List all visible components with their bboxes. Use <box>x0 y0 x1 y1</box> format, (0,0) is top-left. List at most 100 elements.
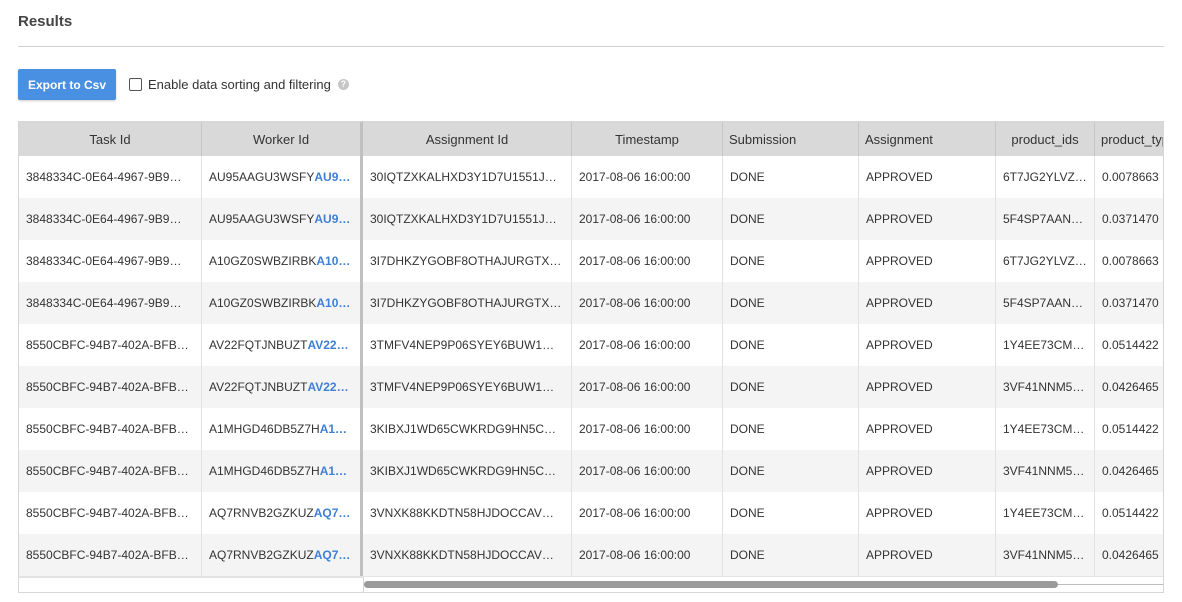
cell-task-id: 3848334C-0E64-4967-9B9… <box>19 156 202 198</box>
table-row[interactable]: 8550CBFC-94B7-402A-BFB… A1MHGD46DB5Z7H A1…… <box>19 450 1163 493</box>
table-row[interactable]: 8550CBFC-94B7-402A-BFB… AV22FQTJNBUZT AV22… <box>19 324 1163 367</box>
cell-worker-id: AV22FQTJNBUZT AV22… <box>202 366 363 408</box>
table-row[interactable]: 8550CBFC-94B7-402A-BFB… AQ7RNVB2GZKUZ AQ7…… <box>19 492 1163 535</box>
header-assignment[interactable]: Assignment <box>859 122 996 156</box>
assignment-id-text: 3TMFV4NEP9P06SYEY6BUW1… <box>370 380 555 394</box>
header-product-ids[interactable]: product_ids <box>996 122 1095 156</box>
product-ids-text: 3VF41NNM5… <box>1003 548 1085 562</box>
cell-task-id: 8550CBFC-94B7-402A-BFB… <box>19 408 202 450</box>
cell-assignment-status: APPROVED <box>859 240 996 282</box>
cell-timestamp: 2017-08-06 16:00:00 <box>572 282 723 324</box>
sort-filter-option[interactable]: Enable data sorting and filtering ? <box>129 74 349 94</box>
cell-product-ids: 6T7JG2YLVZ… <box>996 156 1095 198</box>
cell-submission: DONE <box>723 534 859 576</box>
cell-submission: DONE <box>723 492 859 534</box>
worker-id-text: A1MHGD46DB5Z7H <box>209 464 320 478</box>
help-icon[interactable]: ? <box>337 78 349 90</box>
worker-id-link[interactable]: AU9… <box>314 170 350 184</box>
assignment-id-text: 3KIBXJ1WD65CWKRDG9HN5C… <box>370 422 557 436</box>
header-worker-id[interactable]: Worker Id <box>202 122 363 156</box>
cell-worker-id: A1MHGD46DB5Z7H A1… <box>202 408 363 450</box>
product-ids-text: 3VF41NNM5… <box>1003 464 1085 478</box>
cell-product-type: 0.0514422 <box>1095 324 1163 366</box>
header-timestamp[interactable]: Timestamp <box>572 122 723 156</box>
assignment-id-text: 3I7DHKZYGOBF8OTHAJURGTX… <box>370 296 562 310</box>
cell-product-ids: 5F4SP7AAN… <box>996 198 1095 240</box>
worker-id-link[interactable]: AU9… <box>314 212 350 226</box>
cell-assignment-status: APPROVED <box>859 156 996 198</box>
cell-timestamp: 2017-08-06 16:00:00 <box>572 450 723 492</box>
cell-submission: DONE <box>723 408 859 450</box>
export-csv-button[interactable]: Export to Csv <box>18 69 116 100</box>
cell-assignment-id: 3I7DHKZYGOBF8OTHAJURGTX… <box>363 282 572 324</box>
worker-id-link[interactable]: AV22… <box>307 338 348 352</box>
product-ids-text: 3VF41NNM5… <box>1003 380 1085 394</box>
cell-assignment-status: APPROVED <box>859 492 996 534</box>
table-header-row: Task Id Worker Id Assignment Id Timestam… <box>19 122 1163 157</box>
assignment-id-text: 30IQTZXKALHXD3Y1D7U1551J… <box>370 170 557 184</box>
cell-worker-id: AV22FQTJNBUZT AV22… <box>202 324 363 366</box>
cell-product-ids: 1Y4EE73CM… <box>996 408 1095 450</box>
cell-product-type: 0.0426465 <box>1095 450 1163 492</box>
worker-id-link[interactable]: A1… <box>320 464 347 478</box>
cell-product-ids: 5F4SP7AAN… <box>996 282 1095 324</box>
title-divider <box>18 46 1164 47</box>
worker-id-link[interactable]: AQ7… <box>314 548 351 562</box>
cell-worker-id: AQ7RNVB2GZKUZ AQ7… <box>202 492 363 534</box>
table-row[interactable]: 3848334C-0E64-4967-9B9… AU95AAGU3WSFY AU9…… <box>19 198 1163 241</box>
task-id-text: 8550CBFC-94B7-402A-BFB… <box>26 380 189 394</box>
cell-worker-id: A10GZ0SWBZIRBK A10… <box>202 282 363 324</box>
results-table: Task Id Worker Id Assignment Id Timestam… <box>18 121 1164 593</box>
product-ids-text: 1Y4EE73CM… <box>1003 506 1085 520</box>
cell-product-type: 0.0078663 <box>1095 240 1163 282</box>
cell-product-type: 0.0371470 <box>1095 198 1163 240</box>
cell-product-ids: 6T7JG2YLVZ… <box>996 240 1095 282</box>
sort-filter-checkbox[interactable] <box>129 77 142 91</box>
worker-id-link[interactable]: AV22… <box>307 380 348 394</box>
cell-timestamp: 2017-08-06 16:00:00 <box>572 492 723 534</box>
worker-id-link[interactable]: A10… <box>316 296 350 310</box>
header-submission[interactable]: Submission <box>723 122 859 156</box>
cell-assignment-id: 3TMFV4NEP9P06SYEY6BUW1… <box>363 366 572 408</box>
scrollbar-thumb[interactable] <box>364 581 1058 588</box>
worker-id-text: AU95AAGU3WSFY <box>209 170 315 184</box>
cell-assignment-id: 3VNXK88KKDTN58HJDOCCAV… <box>363 492 572 534</box>
table-row[interactable]: 8550CBFC-94B7-402A-BFB… AQ7RNVB2GZKUZ AQ7…… <box>19 534 1163 577</box>
cell-submission: DONE <box>723 156 859 198</box>
worker-id-link[interactable]: A10… <box>316 254 350 268</box>
table-row[interactable]: 8550CBFC-94B7-402A-BFB… A1MHGD46DB5Z7H A1…… <box>19 408 1163 451</box>
worker-id-link[interactable]: A1… <box>320 422 347 436</box>
cell-assignment-status: APPROVED <box>859 534 996 576</box>
table-row[interactable]: 8550CBFC-94B7-402A-BFB… AV22FQTJNBUZT AV22… <box>19 366 1163 409</box>
product-ids-text: 1Y4EE73CM… <box>1003 422 1085 436</box>
task-id-text: 3848334C-0E64-4967-9B9… <box>26 254 182 268</box>
cell-product-type: 0.0426465 <box>1095 534 1163 576</box>
task-id-text: 8550CBFC-94B7-402A-BFB… <box>26 338 189 352</box>
header-task-id[interactable]: Task Id <box>19 122 202 156</box>
product-ids-text: 6T7JG2YLVZ… <box>1003 254 1087 268</box>
horizontal-scrollbar[interactable] <box>364 579 1163 589</box>
table-row[interactable]: 3848334C-0E64-4967-9B9… AU95AAGU3WSFY AU9…… <box>19 156 1163 199</box>
table-row[interactable]: 3848334C-0E64-4967-9B9… A10GZ0SWBZIRBK A10… <box>19 282 1163 325</box>
cell-task-id: 8550CBFC-94B7-402A-BFB… <box>19 450 202 492</box>
cell-task-id: 8550CBFC-94B7-402A-BFB… <box>19 324 202 366</box>
worker-id-text: A10GZ0SWBZIRBK <box>209 254 317 268</box>
cell-assignment-id: 3I7DHKZYGOBF8OTHAJURGTX… <box>363 240 572 282</box>
header-product-type[interactable]: product_typ <box>1095 122 1163 156</box>
cell-timestamp: 2017-08-06 16:00:00 <box>572 198 723 240</box>
cell-assignment-id: 3VNXK88KKDTN58HJDOCCAV… <box>363 534 572 576</box>
sort-filter-label: Enable data sorting and filtering <box>148 76 331 92</box>
table-row[interactable]: 3848334C-0E64-4967-9B9… A10GZ0SWBZIRBK A10… <box>19 240 1163 283</box>
header-assignment-id[interactable]: Assignment Id <box>363 122 572 156</box>
task-id-text: 8550CBFC-94B7-402A-BFB… <box>26 422 189 436</box>
assignment-id-text: 3TMFV4NEP9P06SYEY6BUW1… <box>370 338 555 352</box>
assignment-id-text: 3I7DHKZYGOBF8OTHAJURGTX… <box>370 254 562 268</box>
cell-timestamp: 2017-08-06 16:00:00 <box>572 240 723 282</box>
cell-product-ids: 1Y4EE73CM… <box>996 492 1095 534</box>
assignment-id-text: 3VNXK88KKDTN58HJDOCCAV… <box>370 548 554 562</box>
worker-id-link[interactable]: AQ7… <box>314 506 351 520</box>
cell-assignment-id: 3KIBXJ1WD65CWKRDG9HN5C… <box>363 408 572 450</box>
task-id-text: 8550CBFC-94B7-402A-BFB… <box>26 506 189 520</box>
cell-worker-id: AU95AAGU3WSFY AU9… <box>202 198 363 240</box>
worker-id-text: AU95AAGU3WSFY <box>209 212 315 226</box>
